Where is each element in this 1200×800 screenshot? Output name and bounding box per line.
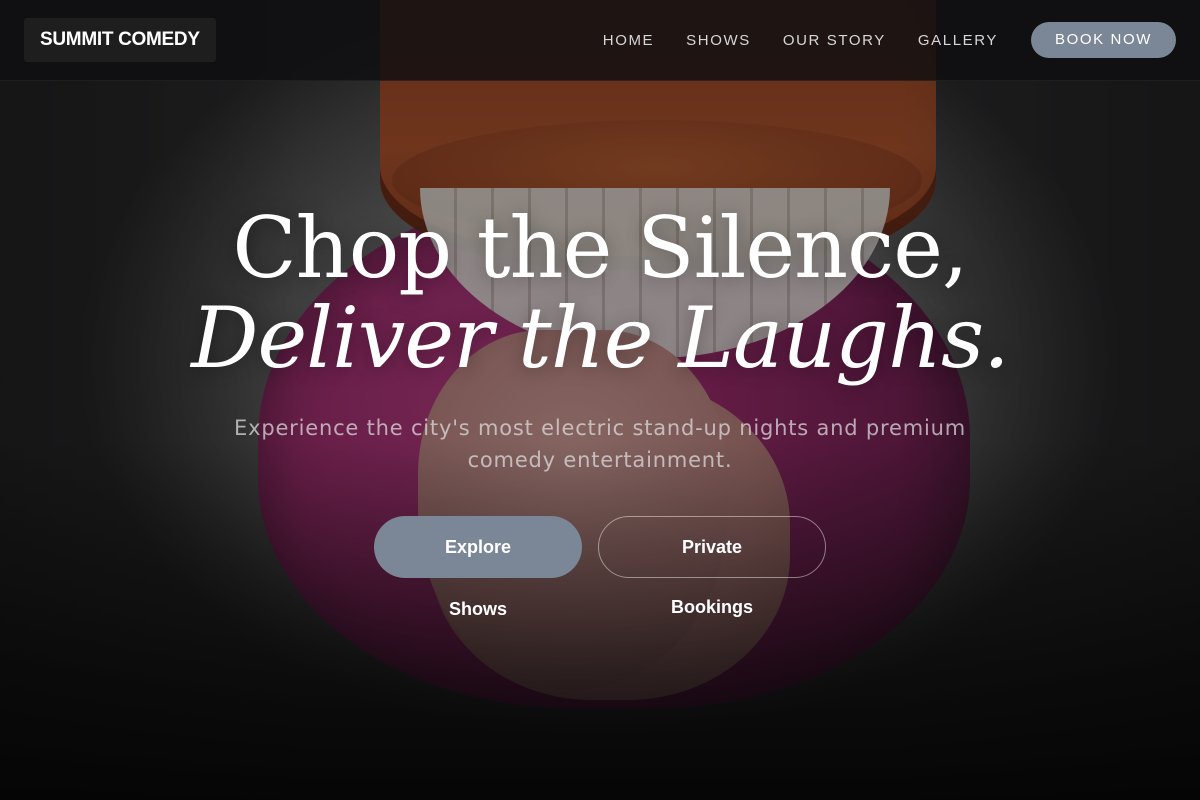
hero-subheadline: Experience the city's most electric stan… [234, 416, 966, 472]
brand-logo[interactable]: SUMMIT COMEDY [24, 18, 216, 62]
hero-headline-line1: Chop the Silence, [232, 199, 968, 297]
nav-item-gallery[interactable]: GALLERY [918, 32, 998, 49]
main-nav: HOME SHOWS OUR STORY GALLERY BOOK NOW [603, 0, 1176, 80]
private-bookings-button[interactable]: Private Bookings [598, 516, 826, 617]
landing-page: SUMMIT COMEDY HOME SHOWS OUR STORY GALLE… [0, 0, 1200, 800]
explore-shows-button[interactable]: Explore Shows [374, 516, 582, 619]
hero-cta-row: Explore Shows Private Bookings [0, 516, 1200, 619]
book-now-button[interactable]: BOOK NOW [1031, 22, 1176, 58]
hero-headline: Chop the Silence, Deliver the Laughs. [0, 200, 1200, 386]
hero-headline-line2: Deliver the Laughs. [191, 289, 1010, 387]
nav-item-shows[interactable]: SHOWS [686, 32, 751, 49]
nav-item-home[interactable]: HOME [603, 32, 654, 49]
hero-section: Chop the Silence, Deliver the Laughs. Ex… [0, 200, 1200, 619]
site-header: SUMMIT COMEDY HOME SHOWS OUR STORY GALLE… [0, 0, 1200, 81]
nav-item-our-story[interactable]: OUR STORY [783, 32, 886, 49]
